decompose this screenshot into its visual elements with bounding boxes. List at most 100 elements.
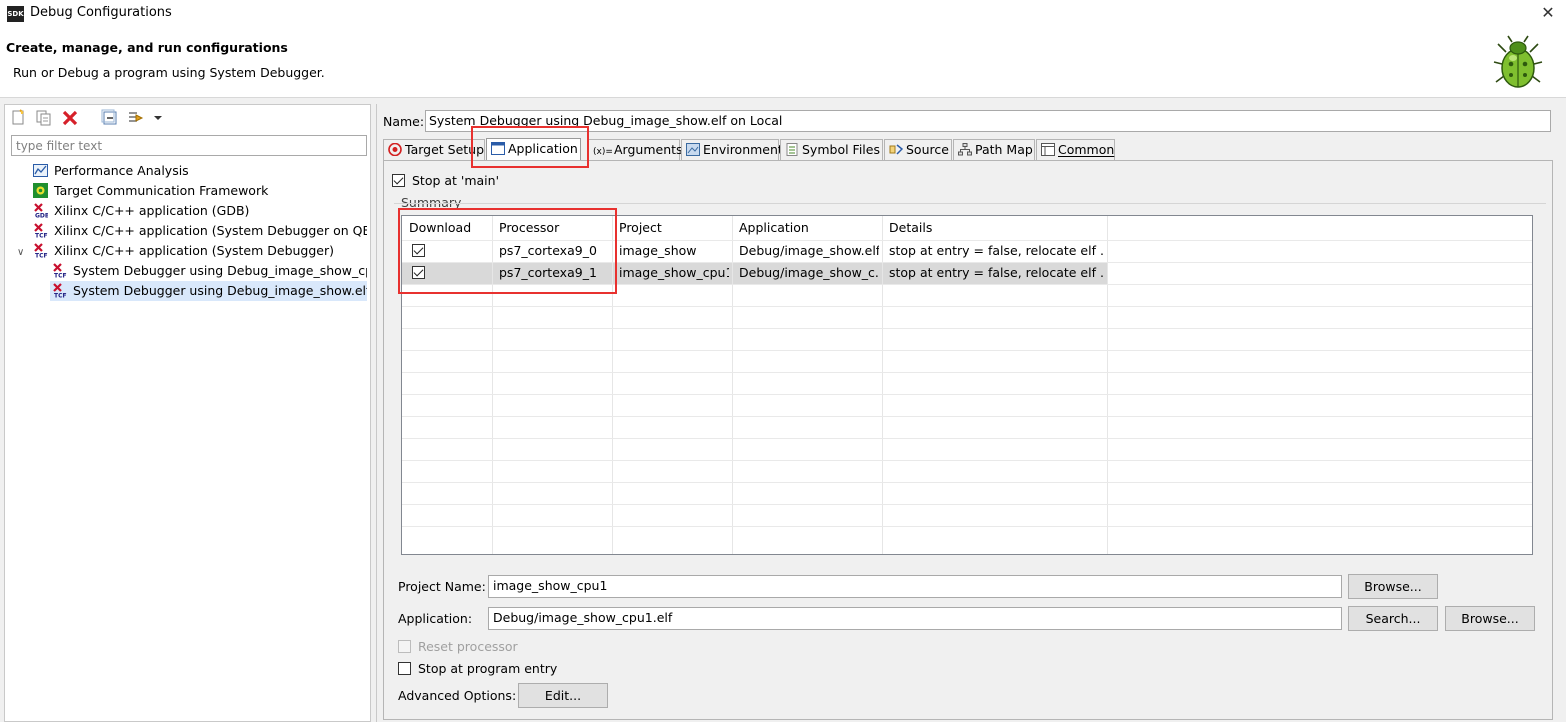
environment-icon [686,143,700,156]
tree-item-config-cpu1[interactable]: TCF System Debugger using Debug_image_sho… [52,261,367,281]
target-icon [388,142,402,157]
application-field[interactable]: Debug/image_show_cpu1.elf [488,607,1342,630]
tree-item-xilinx-qemu[interactable]: TCF Xilinx C/C++ application (System Debu… [33,221,367,241]
new-config-icon[interactable] [9,109,27,127]
tree-item-xilinx-gdb[interactable]: GDB Xilinx C/C++ application (GDB) [33,201,249,221]
row-divider [402,504,1532,505]
common-icon [1041,143,1055,156]
processor-cell: ps7_cortexa9_1 [499,265,597,280]
project-cell: image_show_cpu1 [619,265,729,280]
download-checkbox[interactable] [412,266,425,279]
tree-item-xilinx-system-debugger[interactable]: ∨ TCF Xilinx C/C++ application (System Deb… [17,241,334,261]
stop-at-entry-checkbox[interactable] [398,662,411,675]
tree-item-label: System Debugger using Debug_image_show.e… [73,283,367,298]
tab-common[interactable]: Common [1036,139,1115,160]
project-cell: image_show [619,243,697,258]
row-divider [402,526,1532,527]
details-cell: stop at entry = false, relocate elf ... [889,243,1104,258]
project-name-label: Project Name: [398,579,486,594]
advanced-edit-button[interactable]: Edit... [518,683,608,708]
tree-item-performance-analysis[interactable]: Performance Analysis [33,161,189,181]
stop-at-main-option[interactable]: Stop at 'main' [392,173,499,188]
stop-at-main-checkbox[interactable] [392,174,405,187]
tab-path-map[interactable]: Path Map [953,139,1035,160]
xilinx-gdb-icon: GDB [33,203,50,220]
bug-icon [1493,35,1543,88]
svg-text:TCF: TCF [35,253,48,259]
duplicate-icon[interactable] [35,109,53,127]
tree-item-label: Xilinx C/C++ application (System Debugge… [54,223,367,238]
table-row[interactable] [412,241,425,261]
tab-label: Arguments [614,142,683,157]
tab-label: Target Setup [405,142,485,157]
processor-cell: ps7_cortexa9_0 [499,243,597,258]
tcf-icon [33,183,48,198]
row-divider [402,482,1532,483]
source-icon [889,143,904,156]
column-header-details[interactable]: Details [889,218,1104,238]
row-divider [402,372,1532,373]
tree-item-tcf[interactable]: Target Communication Framework [33,181,268,201]
application-cell: Debug/image_show.elf [739,243,879,258]
chevron-down-icon[interactable]: ∨ [17,243,29,263]
title-bar: SDK Debug Configurations ✕ [0,0,1566,28]
svg-text:TCF: TCF [35,233,48,239]
tab-target-setup[interactable]: Target Setup [383,139,485,160]
delete-icon[interactable] [61,109,79,127]
application-browse-button[interactable]: Browse... [1445,606,1535,631]
summary-separator [394,203,1546,204]
reset-processor-checkbox [398,640,411,653]
xilinx-tcf-icon: TCF [52,283,67,300]
tab-label: Environment [703,142,783,157]
tree-item-label: System Debugger using Debug_image_show_c… [73,263,367,278]
row-divider [402,416,1532,417]
application-search-button[interactable]: Search... [1348,606,1438,631]
tab-arguments[interactable]: (x)=Arguments [588,139,683,160]
advanced-options-label: Advanced Options: [398,688,517,703]
project-name-field[interactable]: image_show_cpu1 [488,575,1342,598]
application-label: Application: [398,611,473,626]
sdk-app-icon: SDK [7,6,24,22]
stop-at-entry-label: Stop at program entry [417,661,558,676]
dialog-header: Create, manage, and run configurations R… [0,28,1566,98]
row-divider [402,438,1532,439]
application-icon [491,142,505,155]
application-tab-panel: Stop at 'main' Summary Download Processo… [383,160,1553,720]
table-row[interactable] [412,263,425,283]
name-field[interactable]: System Debugger using Debug_image_show.e… [425,110,1551,132]
toolbar-separator [87,109,93,127]
tree-item-label: Performance Analysis [54,163,189,178]
reset-processor-option: Reset processor [398,639,518,654]
tab-symbol-files[interactable]: Symbol Files [780,139,883,160]
summary-table[interactable]: Download Processor Project Application D… [401,215,1533,555]
column-header-processor[interactable]: Processor [499,218,609,238]
tab-label: Common [1058,142,1115,157]
tree-item-label: Xilinx C/C++ application (System Debugge… [54,243,334,258]
column-header-download[interactable]: Download [409,218,489,238]
tree-item-label: Target Communication Framework [54,183,269,198]
tree-item-config-selected[interactable]: TCF System Debugger using Debug_image_sho… [50,281,367,301]
row-divider [402,306,1532,307]
configuration-tree: Performance Analysis Target Communicatio… [5,161,367,311]
row-divider [402,350,1532,351]
filter-icon[interactable] [127,109,145,127]
xilinx-tcf-icon: TCF [33,223,48,240]
column-header-project[interactable]: Project [619,218,729,238]
stop-at-entry-option[interactable]: Stop at program entry [398,661,557,676]
svg-text:GDB: GDB [35,213,48,219]
row-divider [402,328,1532,329]
close-button[interactable]: ✕ [1535,2,1561,24]
project-browse-button[interactable]: Browse... [1348,574,1438,599]
collapse-all-icon[interactable] [101,109,119,127]
column-header-application[interactable]: Application [739,218,879,238]
download-checkbox[interactable] [412,244,425,257]
tab-source[interactable]: Source [884,139,952,160]
xilinx-tcf-icon: TCF [52,263,67,280]
tab-environment[interactable]: Environment [681,139,783,160]
filter-input[interactable] [11,135,367,156]
tab-application[interactable]: Application [486,138,581,161]
name-label: Name: [383,114,425,129]
dropdown-arrow-icon[interactable] [153,109,163,127]
tab-label: Symbol Files [802,142,880,157]
tree-item-label: Xilinx C/C++ application (GDB) [54,203,250,218]
